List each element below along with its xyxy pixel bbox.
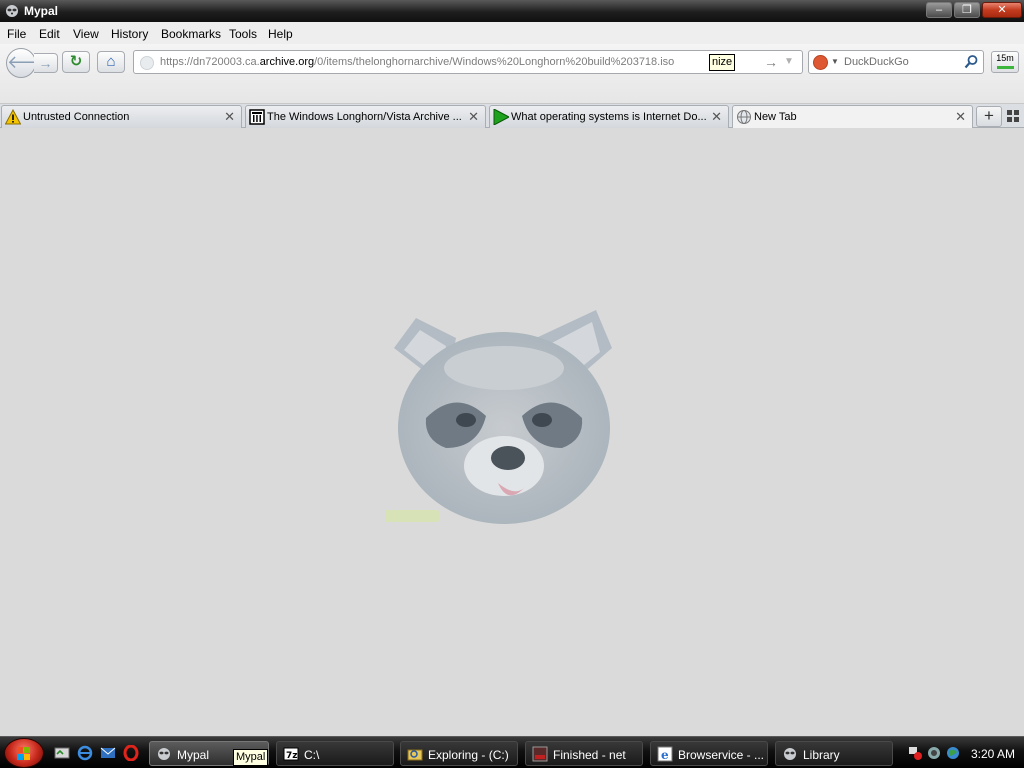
menu-view[interactable]: View: [73, 27, 99, 41]
windows-flag-icon: [17, 747, 30, 760]
tab-close-icon[interactable]: ✕: [224, 109, 235, 125]
url-bar[interactable]: https://dn720003.ca.archive.org/0/items/…: [133, 50, 803, 74]
task-label: Library: [803, 748, 840, 762]
all-tabs-grid-icon[interactable]: [1007, 110, 1019, 122]
warning-icon: [5, 109, 21, 125]
explorer-icon: [407, 749, 423, 761]
menu-bar: File Edit View History Bookmarks Tools H…: [0, 22, 1024, 44]
taskbar-tooltip: Mypal: [233, 749, 269, 766]
globe-tray-icon[interactable]: [945, 745, 961, 761]
window-title: Mypal: [24, 4, 59, 18]
new-tab-page: [0, 128, 1024, 736]
taskbar-clock[interactable]: 3:20 AM: [971, 747, 1015, 761]
close-window-button[interactable]: ✕: [982, 2, 1022, 18]
window-titlebar[interactable]: Mypal – ❐ ✕: [0, 0, 1024, 22]
tab-label: What operating systems is Internet Do...: [511, 111, 706, 123]
search-icon[interactable]: [963, 54, 979, 70]
url-path: /0/items/thelonghornarchive/Windows%20Lo…: [314, 56, 675, 68]
url-tooltip: nize: [709, 54, 736, 71]
downloader-icon: [532, 746, 548, 762]
tab-label: New Tab: [754, 111, 797, 123]
internet-explorer-icon[interactable]: [77, 745, 93, 761]
taskbar-item-browservice[interactable]: e Browservice - ...: [650, 741, 768, 766]
taskbar-item-7zip[interactable]: 7z C:\: [276, 741, 394, 766]
start-button[interactable]: [4, 738, 44, 768]
taskbar-item-library[interactable]: Library: [775, 741, 893, 766]
globe-icon: [737, 110, 751, 124]
ie-icon: e: [657, 746, 673, 762]
raccoon-icon: [158, 748, 170, 760]
minimize-button[interactable]: –: [926, 2, 952, 18]
svg-text:7z: 7z: [286, 751, 298, 761]
outlook-express-icon[interactable]: [100, 745, 116, 761]
menu-bookmarks[interactable]: Bookmarks: [161, 27, 221, 41]
home-button[interactable]: ⌂: [97, 51, 125, 73]
search-bar[interactable]: ▼ DuckDuckGo: [808, 50, 984, 74]
raccoon-icon: [784, 748, 796, 760]
taskbar-item-explorer[interactable]: Exploring - (C:): [400, 741, 518, 766]
7zip-icon: 7z: [283, 747, 299, 761]
task-label: Mypal: [177, 748, 210, 762]
play-arrow-icon: [493, 109, 509, 125]
tab-new-tab[interactable]: New Tab ✕: [732, 105, 973, 129]
menu-history[interactable]: History: [111, 27, 148, 41]
search-input[interactable]: DuckDuckGo: [844, 56, 909, 68]
volume-icon[interactable]: [926, 745, 942, 761]
menu-edit[interactable]: Edit: [39, 27, 60, 41]
tab-bar: Untrusted Connection ✕ The Windows Longh…: [0, 104, 1024, 129]
tab-internet-doctor[interactable]: What operating systems is Internet Do...…: [489, 105, 729, 128]
taskbar-item-download[interactable]: Finished - net: [525, 741, 643, 766]
go-arrow-icon[interactable]: →: [764, 54, 778, 70]
taskbar: Mypal 7z C:\ Exploring - (C:) Finished -…: [0, 736, 1024, 768]
restore-button[interactable]: ❐: [954, 2, 980, 18]
network-icon[interactable]: [907, 745, 923, 761]
url-text[interactable]: https://dn720003.ca.archive.org/0/items/…: [160, 56, 705, 68]
tab-close-icon[interactable]: ✕: [711, 109, 722, 125]
tab-close-icon[interactable]: ✕: [955, 109, 966, 125]
opera-icon[interactable]: [123, 745, 139, 761]
raccoon-icon: [6, 5, 18, 17]
duckduckgo-icon[interactable]: [813, 55, 828, 70]
show-desktop-icon[interactable]: [54, 745, 70, 761]
new-tab-button[interactable]: +: [976, 106, 1002, 127]
addon-timer-button[interactable]: 15m: [991, 51, 1019, 73]
url-host: archive.org: [259, 56, 315, 68]
tab-untrusted-connection[interactable]: Untrusted Connection ✕: [1, 105, 242, 128]
task-label: Finished - net: [553, 748, 626, 762]
archive-icon: [249, 109, 265, 125]
menu-tools[interactable]: Tools: [229, 27, 257, 41]
addon-label: 15m: [996, 53, 1014, 63]
addon-progress-bar: [997, 66, 1014, 69]
svg-text:e: e: [661, 748, 669, 762]
back-button[interactable]: 🡐: [6, 48, 55, 78]
task-label: Exploring - (C:): [428, 748, 509, 762]
engine-dropdown-icon[interactable]: ▼: [831, 57, 839, 66]
navigation-toolbar: 🡐 → ↻ ⌂ https://dn720003.ca.archive.org/…: [0, 44, 1024, 104]
raccoon-logo-image: [386, 310, 612, 524]
url-prefix: https://dn720003.ca.: [160, 56, 260, 68]
tab-close-icon[interactable]: ✕: [468, 109, 479, 125]
forward-button[interactable]: →: [34, 53, 58, 73]
tab-label: The Windows Longhorn/Vista Archive ...: [267, 111, 462, 123]
url-dropdown-icon[interactable]: ▼: [784, 56, 794, 67]
tab-label: Untrusted Connection: [23, 111, 130, 123]
system-tray: 3:20 AM: [905, 741, 1023, 766]
menu-file[interactable]: File: [7, 27, 26, 41]
task-label: Browservice - ...: [678, 748, 765, 762]
site-identity-icon[interactable]: [140, 56, 154, 70]
task-label: C:\: [304, 748, 320, 762]
reload-button[interactable]: ↻: [62, 51, 90, 73]
menu-help[interactable]: Help: [268, 27, 293, 41]
tab-longhorn-archive[interactable]: The Windows Longhorn/Vista Archive ... ✕: [245, 105, 486, 128]
